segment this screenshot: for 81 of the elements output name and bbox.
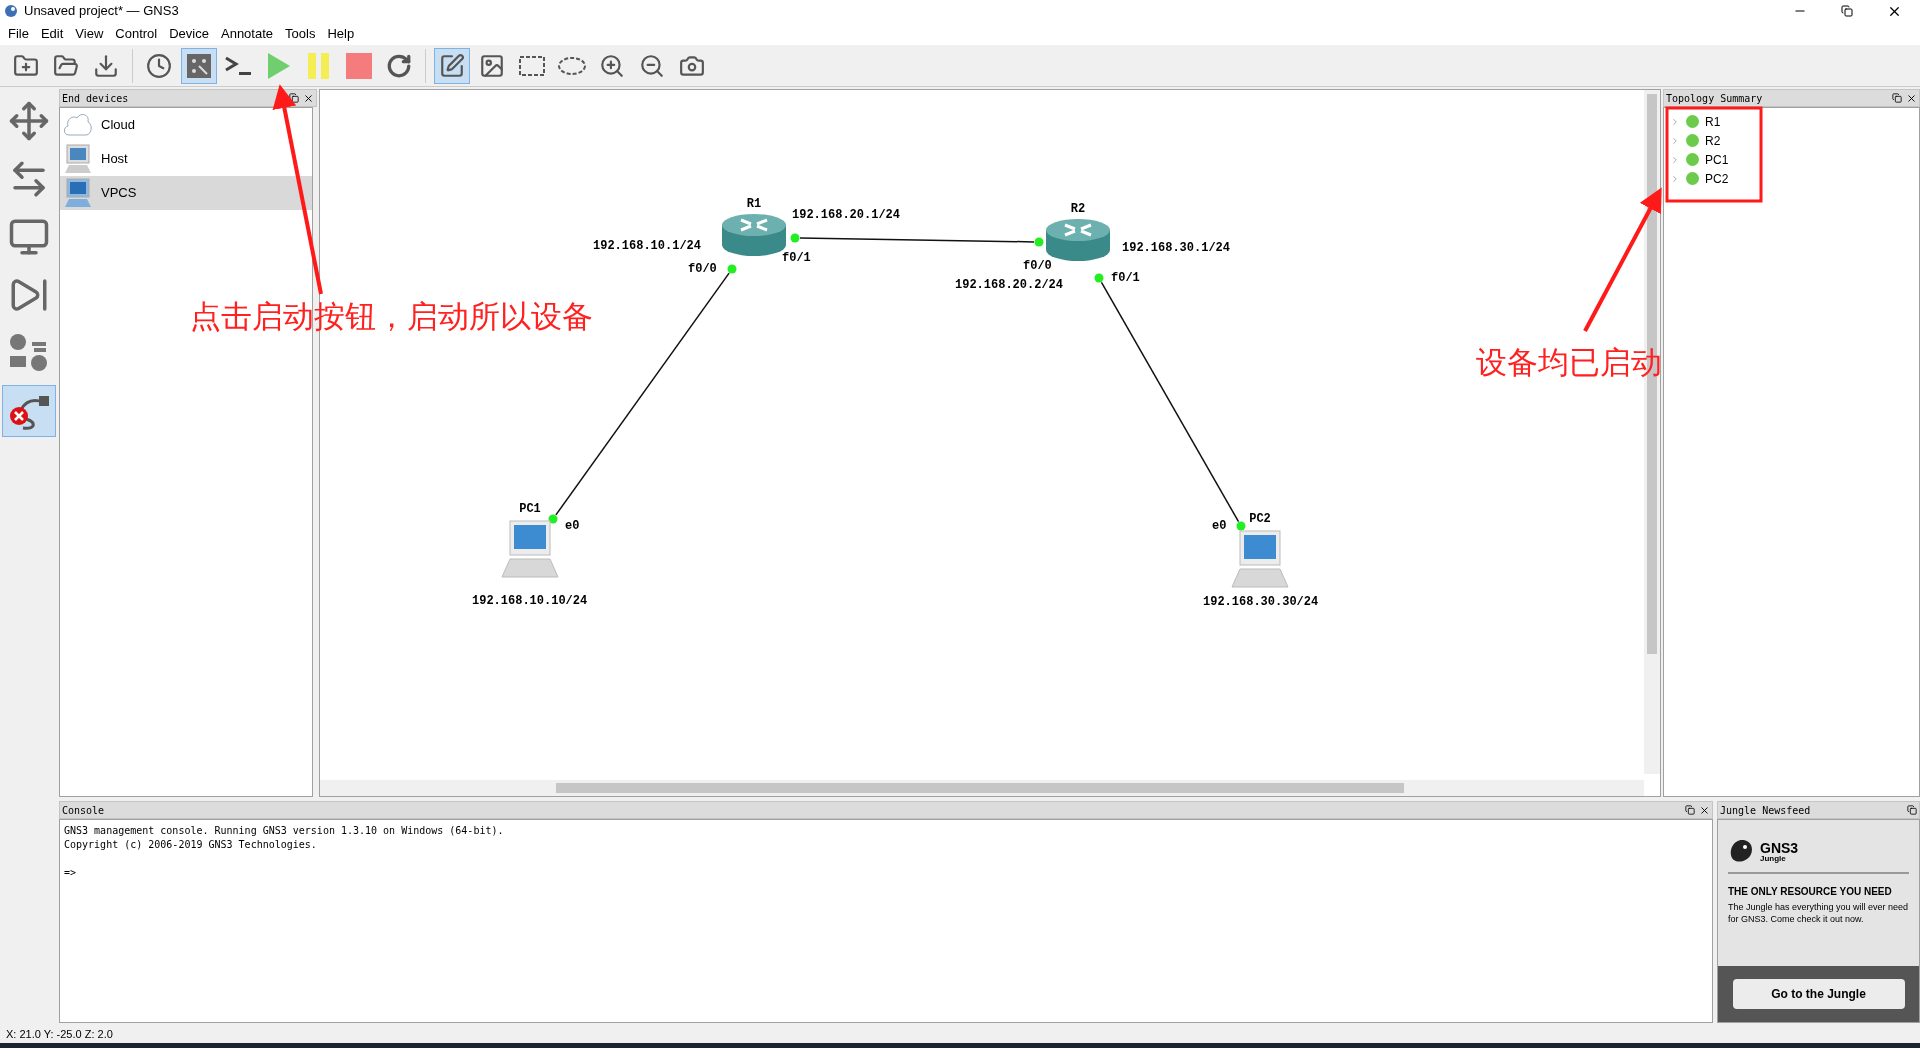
window-title: Unsaved project* — GNS3 — [24, 2, 179, 21]
link-line[interactable] — [799, 237, 1035, 243]
labels-icon — [186, 52, 212, 79]
float-icon[interactable] — [1685, 805, 1695, 815]
play-icon — [266, 51, 292, 80]
annotation-text: 设备均已启动 — [1476, 343, 1662, 381]
address-note[interactable]: 192.168.20.1/24 — [792, 207, 901, 223]
console-output[interactable]: GNS3 management console. Running GNS3 version 1.3.10 on Windows (64-bit). Copyright (c) 2006-2019 GNS3 Technologies. => — [59, 819, 1713, 1023]
save-icon — [93, 52, 119, 79]
news-headline: THE ONLY RESOURCE YOU NEED — [1728, 885, 1893, 899]
port-label: f0/0 — [688, 261, 717, 277]
node-label: PC2 — [1249, 511, 1271, 527]
float-icon[interactable] — [1907, 805, 1917, 815]
panel-title: End devices — [62, 91, 129, 106]
device-list-item[interactable]: VPCS — [60, 176, 312, 210]
device-category-button[interactable] — [1, 385, 56, 437]
zoom-in-icon — [599, 52, 625, 79]
app-logo-icon — [4, 4, 18, 18]
panel-title: Console — [62, 803, 105, 818]
restore-icon[interactable] — [1841, 5, 1853, 17]
jungle-button[interactable]: Go to the Jungle — [1732, 979, 1905, 1009]
reload-icon — [386, 52, 412, 79]
image-icon — [479, 52, 505, 79]
node-label: R2 — [1070, 201, 1086, 217]
port-label: e0 — [565, 518, 580, 534]
annotation-text: 点击启动按钮，启动所以设备 — [190, 297, 593, 335]
menu-item[interactable]: Edit — [36, 23, 68, 44]
status-bar-text: X: 21.0 Y: -25.0 Z: 2.0 — [6, 1026, 113, 1042]
close-icon[interactable] — [303, 92, 314, 104]
terminal-icon — [224, 54, 254, 77]
new-folder-icon — [13, 52, 39, 79]
device-list-item[interactable]: Host — [60, 142, 312, 176]
toolbar-button[interactable] — [181, 47, 217, 84]
menu-item[interactable]: Annotate — [217, 23, 278, 44]
all-devices-icon — [7, 332, 50, 374]
close-icon[interactable] — [1699, 804, 1710, 816]
node-name[interactable]: PC1 — [1705, 150, 1729, 169]
address-note[interactable]: 192.168.20.2/24 — [955, 277, 1064, 293]
computer-icon[interactable] — [498, 519, 562, 579]
logo-text: GNS3 — [1760, 841, 1799, 855]
logo-subtext: Jungle — [1760, 855, 1787, 863]
address-note[interactable]: 192.168.30.1/24 — [1122, 240, 1231, 256]
node-name[interactable]: PC2 — [1705, 169, 1729, 188]
node-name[interactable]: R2 — [1705, 131, 1721, 150]
address-note[interactable]: 192.168.10.1/24 — [593, 238, 702, 254]
rectangle-icon — [518, 54, 546, 77]
cloud-icon — [63, 111, 93, 139]
panel-title: Jungle Newsfeed — [1720, 803, 1811, 818]
port-label: f0/1 — [1111, 270, 1140, 286]
menu-item[interactable]: Help — [323, 23, 359, 44]
node-label: R1 — [746, 196, 762, 212]
horizontal-scrollbar[interactable] — [320, 780, 1644, 796]
news-body: The Jungle has everything you will ever need for GNS3. Come check it out now. — [1728, 901, 1909, 925]
close-icon[interactable] — [1906, 92, 1917, 104]
computer-icon[interactable] — [1228, 529, 1292, 589]
port-label: f0/0 — [1023, 258, 1052, 274]
panel-title: Topology Summary — [1666, 91, 1763, 106]
computer-icon — [63, 144, 93, 174]
ellipse-icon — [557, 55, 587, 76]
zoom-out-icon — [639, 52, 665, 79]
menu-item[interactable]: Tools — [281, 23, 320, 44]
node-name[interactable]: R1 — [1705, 112, 1721, 131]
folder-icon — [53, 52, 79, 79]
menu-item[interactable]: File — [4, 23, 33, 44]
menu-item[interactable]: Control — [111, 23, 162, 44]
node-label: PC1 — [519, 501, 541, 517]
menu-item[interactable]: Device — [165, 23, 213, 44]
address-note[interactable]: 192.168.10.10/24 — [472, 593, 588, 609]
float-icon[interactable] — [289, 93, 299, 103]
toolbar-button[interactable] — [434, 47, 470, 84]
port-label: f0/1 — [782, 250, 811, 266]
computer-icon — [63, 178, 93, 208]
menu-item[interactable]: View — [71, 23, 108, 44]
note-icon — [439, 52, 465, 79]
device-list-item[interactable]: Cloud — [60, 108, 312, 142]
port-label: e0 — [1212, 518, 1227, 534]
stop-icon — [345, 51, 373, 80]
float-icon[interactable] — [1892, 93, 1902, 103]
pause-icon — [306, 51, 332, 80]
clock-icon — [146, 52, 172, 79]
address-note[interactable]: 192.168.30.30/24 — [1203, 594, 1319, 610]
